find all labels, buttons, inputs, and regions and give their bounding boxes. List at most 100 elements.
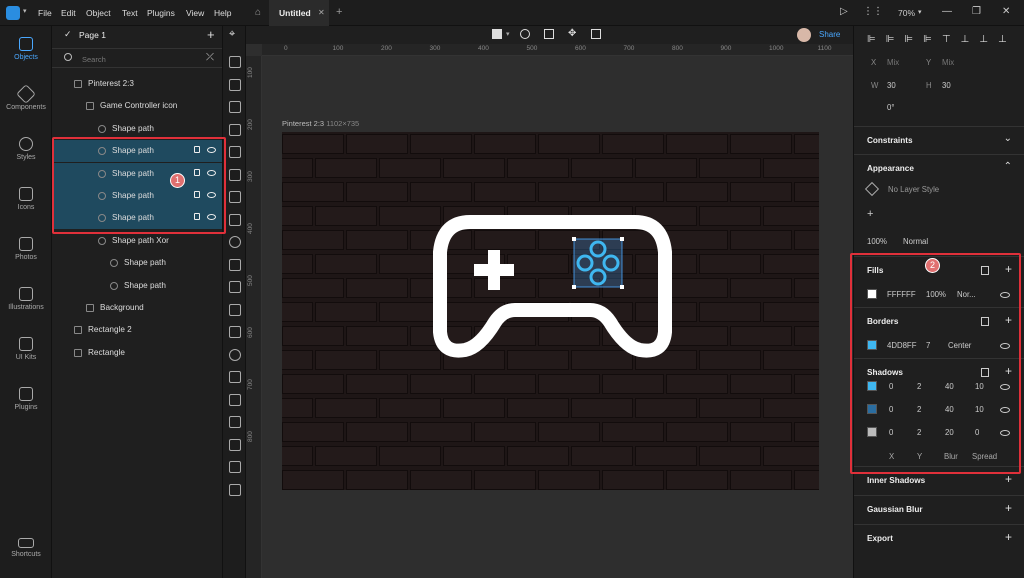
crop-icon[interactable] [544, 29, 554, 39]
rail-illustrations[interactable]: Illustrations [0, 287, 52, 311]
brick [763, 302, 819, 322]
y-field[interactable]: Mix [942, 58, 954, 67]
resize-handle[interactable] [620, 285, 624, 289]
page-selector[interactable]: Page 1 [79, 30, 106, 40]
tool-icon[interactable] [229, 326, 241, 338]
tool-icon[interactable] [229, 348, 241, 361]
restore-icon[interactable]: ❐ [972, 6, 981, 17]
opacity-field[interactable]: 100% [867, 237, 887, 246]
close-tab-icon[interactable]: ✕ [318, 8, 325, 17]
layer-row[interactable]: Shape path [52, 252, 222, 274]
chevron-down-icon[interactable]: ▾ [23, 7, 27, 15]
rail-styles[interactable]: Styles [0, 137, 52, 161]
menu-file[interactable]: File [38, 8, 52, 18]
avatar[interactable] [797, 28, 811, 42]
mask-icon[interactable] [520, 29, 530, 39]
export-section[interactable]: Export + [854, 524, 1024, 553]
layer-row[interactable]: Pinterest 2:3 [52, 73, 222, 95]
menu-view[interactable]: View [186, 8, 204, 18]
tool-icon[interactable] [229, 123, 241, 136]
menu-help[interactable]: Help [214, 8, 231, 18]
brick [635, 398, 697, 418]
minimize-icon[interactable]: — [942, 6, 952, 17]
tool-icon[interactable] [229, 146, 241, 158]
tool-icon[interactable] [229, 168, 241, 181]
chevron-up-icon[interactable]: ⌃ [1004, 161, 1012, 172]
game-controller-icon[interactable] [430, 212, 675, 362]
zoom-chevron-icon[interactable]: ▾ [918, 8, 922, 16]
close-window-icon[interactable]: ✕ [1002, 6, 1010, 17]
menu-object[interactable]: Object [86, 8, 111, 18]
play-icon[interactable]: ▷ [840, 6, 848, 17]
layer-style-select[interactable]: No Layer Style [888, 185, 939, 194]
gaussian-blur-section[interactable]: Gaussian Blur + [854, 495, 1024, 524]
menu-edit[interactable]: Edit [61, 8, 76, 18]
app-logo-icon[interactable] [6, 6, 20, 20]
rail-shortcuts[interactable]: Shortcuts [0, 538, 52, 558]
add-style-icon[interactable]: + [867, 208, 873, 220]
align-toolbar[interactable]: ⊫⊫⊫⊫⊤⊥⊥⊥ [867, 34, 1017, 45]
layer-row[interactable]: Shape path [52, 275, 222, 297]
h-field[interactable]: 30 [942, 81, 951, 90]
tool-icon[interactable] [229, 438, 241, 451]
add-tab-icon[interactable]: + [336, 6, 342, 18]
tool-icon[interactable] [229, 303, 241, 316]
w-field[interactable]: 30 [887, 81, 896, 90]
layer-label: Pinterest 2:3 [88, 79, 134, 88]
add-page-icon[interactable]: + [207, 27, 215, 42]
tool-icon[interactable] [229, 371, 241, 383]
boolean-icon[interactable] [492, 29, 502, 39]
layer-row[interactable]: Background [52, 297, 222, 319]
blend-mode-select[interactable]: Normal [903, 237, 928, 246]
tool-icon[interactable] [229, 191, 241, 203]
tool-icon[interactable] [229, 258, 241, 271]
frame-icon[interactable] [591, 29, 601, 39]
rail-components[interactable]: Components [0, 84, 52, 111]
brick [699, 158, 761, 178]
rail-icons[interactable]: Icons [0, 187, 52, 211]
chevron-down-icon[interactable]: ⌄ [1004, 133, 1012, 144]
layer-type-icon [74, 348, 82, 357]
rotation-field[interactable]: 0° [887, 103, 894, 112]
layer-row[interactable]: Rectangle 2 [52, 319, 222, 341]
rail-objects[interactable]: Objects [0, 37, 52, 61]
add-inner-shadow-icon[interactable]: + [1005, 472, 1012, 486]
tool-icon[interactable] [229, 56, 241, 68]
tool-icon[interactable] [229, 101, 241, 113]
add-blur-icon[interactable]: + [1005, 501, 1012, 515]
home-icon[interactable]: ⌂ [255, 7, 261, 18]
tool-icon[interactable] [229, 416, 241, 428]
tool-icon[interactable] [229, 461, 241, 473]
tool-icon[interactable] [229, 483, 241, 496]
resize-handle[interactable] [620, 237, 624, 241]
constraints-section[interactable]: Constraints ⌄ [854, 126, 1024, 154]
brick [410, 470, 472, 490]
layer-type-icon [74, 80, 82, 88]
tool-icon[interactable] [229, 393, 241, 406]
layer-row[interactable]: Game Controller icon [52, 95, 222, 117]
select-tool-icon[interactable]: ⌖ [229, 28, 235, 41]
menu-plugins[interactable]: Plugins [147, 8, 175, 18]
grid-icon[interactable]: ⋮⋮ [863, 6, 883, 17]
tool-icon[interactable] [229, 236, 241, 248]
layer-row[interactable]: Rectangle [52, 342, 222, 364]
resize-handle[interactable] [572, 285, 576, 289]
rail-plugins[interactable]: Plugins [0, 387, 52, 411]
add-export-icon[interactable]: + [1005, 530, 1012, 544]
rail-photos[interactable]: Photos [0, 237, 52, 261]
tool-icon[interactable] [229, 213, 241, 226]
collapse-all-icon[interactable]: ⤫ [206, 52, 214, 63]
artboard[interactable] [282, 132, 819, 490]
share-button[interactable]: Share [819, 30, 840, 39]
menu-text[interactable]: Text [122, 8, 138, 18]
zoom-level[interactable]: 70% [898, 8, 915, 18]
tool-icon[interactable] [229, 281, 241, 293]
x-field[interactable]: Mix [887, 58, 899, 67]
resize-handle[interactable] [572, 237, 576, 241]
layer-search[interactable]: Search ⤫ [52, 48, 222, 68]
artboard-label[interactable]: Pinterest 2:3 1102×735 [282, 119, 359, 128]
component-icon[interactable]: ✥ [568, 28, 576, 39]
chevron-down-icon[interactable]: ▾ [506, 30, 510, 38]
tool-icon[interactable] [229, 78, 241, 91]
rail-uikits[interactable]: UI Kits [0, 337, 52, 361]
